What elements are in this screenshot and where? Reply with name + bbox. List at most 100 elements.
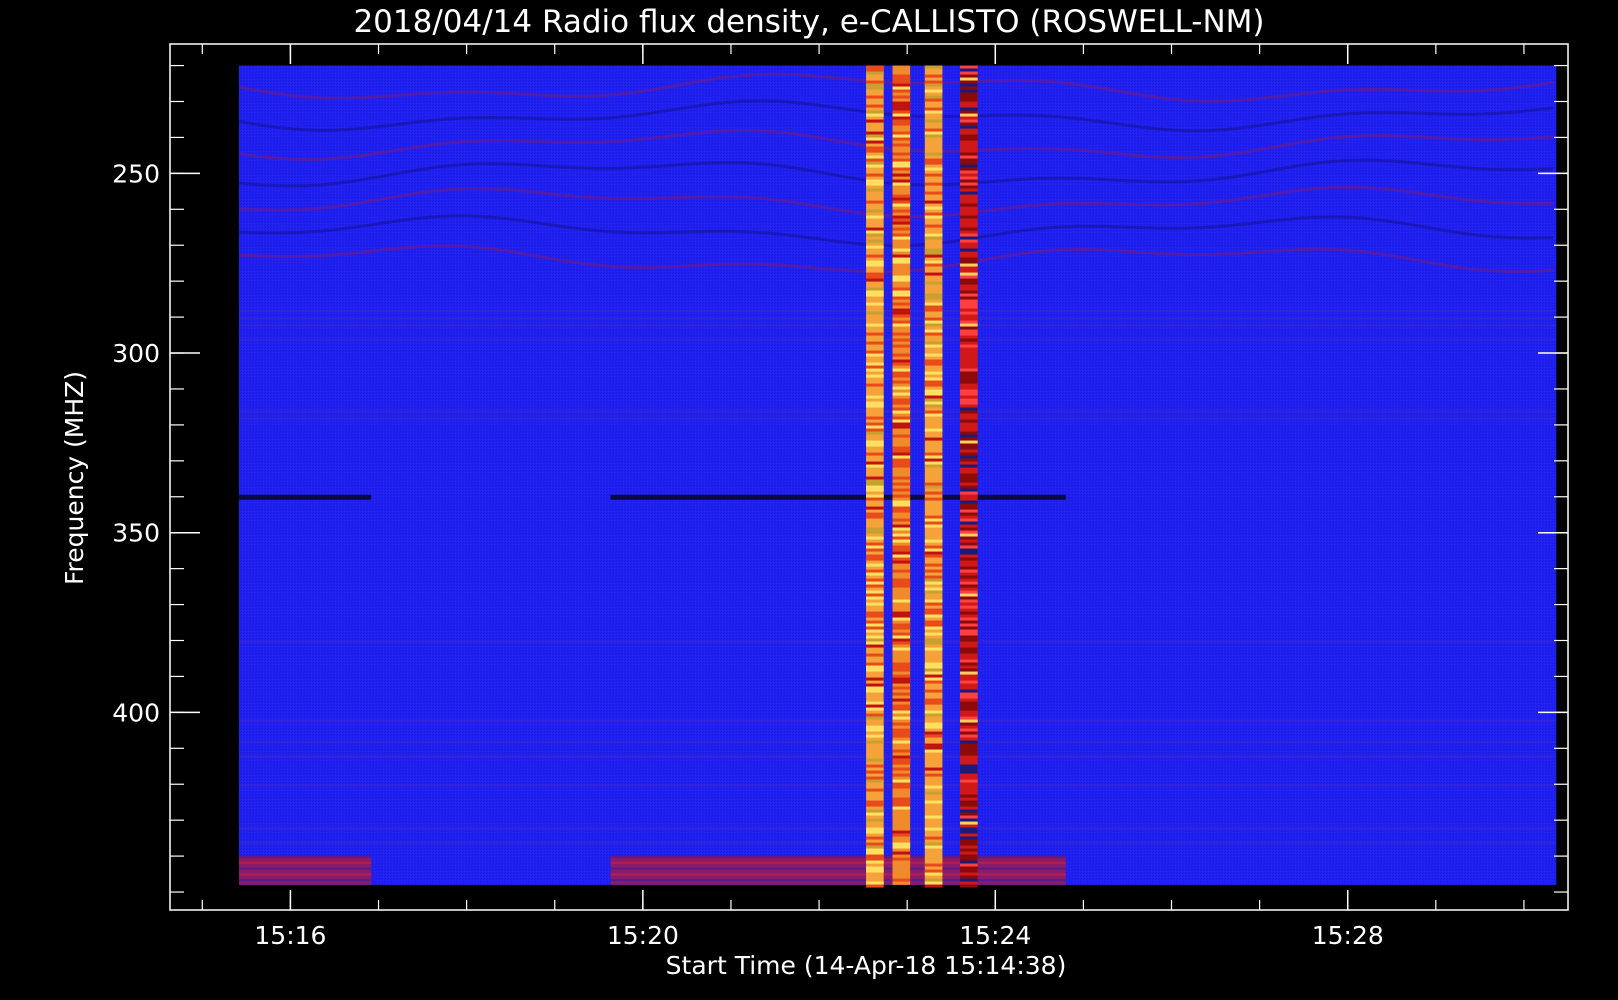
burst-streak (866, 260, 884, 264)
burst-streak (924, 671, 943, 675)
burst-streak (924, 647, 943, 651)
burst-streak (892, 359, 911, 363)
burst-streak (866, 803, 884, 807)
burst-streak (892, 494, 911, 498)
burst-streak (924, 626, 943, 630)
burst-streak (892, 476, 911, 480)
burst-streak (960, 716, 978, 720)
burst-streak (924, 608, 943, 612)
burst-streak (924, 563, 943, 567)
burst-streak (892, 353, 911, 357)
burst-streak (892, 509, 911, 513)
burst-streak (892, 857, 911, 861)
burst-streak (960, 812, 978, 816)
burst-streak (866, 827, 884, 831)
burst-streak (960, 215, 978, 219)
burst-streak (866, 95, 884, 99)
burst-streak (960, 491, 978, 495)
burst-streak (924, 248, 943, 252)
burst-streak (866, 809, 884, 813)
burst-streak (892, 539, 911, 543)
burst-streak (866, 677, 884, 681)
burst-streak (960, 503, 978, 507)
burst-streak (960, 74, 978, 78)
burst-streak (924, 89, 943, 93)
burst-streak (960, 458, 978, 462)
burst-streak (866, 416, 884, 420)
burst-streak (960, 545, 978, 549)
burst-streak (866, 479, 884, 483)
burst-streak (866, 869, 884, 873)
burst-streak (960, 827, 978, 831)
burst-streak (924, 842, 943, 846)
burst-streak (960, 722, 978, 726)
burst-streak (960, 551, 978, 555)
burst-streak (892, 803, 911, 807)
y-tick-label: 400 (112, 698, 160, 727)
burst-streak (960, 257, 978, 261)
burst-streak (960, 434, 978, 438)
burst-streak (866, 581, 884, 585)
burst-streak (866, 188, 884, 192)
burst-streak (866, 848, 884, 852)
burst-streak (924, 539, 943, 543)
burst-streak (960, 620, 978, 624)
burst-streak (866, 485, 884, 489)
burst-streak (892, 110, 911, 114)
burst-streak (892, 143, 911, 147)
burst-streak (866, 665, 884, 669)
burst-streak (892, 647, 911, 651)
burst-streak (960, 518, 978, 522)
burst-streak (960, 836, 978, 840)
burst-streak (960, 122, 978, 126)
burst-streak (892, 386, 911, 390)
burst-streak (924, 578, 943, 582)
burst-streak (866, 590, 884, 594)
burst-streak (960, 338, 978, 342)
burst-streak (924, 785, 943, 789)
burst-streak (892, 407, 911, 411)
burst-streak (892, 107, 911, 111)
burst-streak (866, 476, 884, 480)
y-tick-label: 300 (112, 339, 160, 368)
burst-streak (960, 803, 978, 807)
burst-fill (866, 65, 884, 885)
burst-streak (960, 83, 978, 87)
x-tick-label: 15:20 (607, 921, 679, 950)
burst-streak (924, 827, 943, 831)
burst-streak (960, 113, 978, 117)
burst-streak (892, 371, 911, 375)
burst-streak (892, 674, 911, 678)
burst-streak (866, 494, 884, 498)
burst-streak (866, 638, 884, 642)
burst-streak (924, 437, 943, 441)
burst-streak (960, 377, 978, 381)
burst-streak (892, 767, 911, 771)
burst-streak (960, 512, 978, 516)
burst-streak (866, 173, 884, 177)
burst-streak (892, 152, 911, 156)
burst-streak (892, 248, 911, 252)
burst-streak (866, 341, 884, 345)
burst-streak (866, 137, 884, 141)
burst-streak (924, 260, 943, 264)
burst-streak (892, 503, 911, 507)
burst-streak (924, 464, 943, 468)
burst-streak (960, 86, 978, 90)
burst-streak (866, 215, 884, 219)
burst-streak (892, 122, 911, 126)
burst-streak (960, 875, 978, 879)
burst-streak (866, 404, 884, 408)
burst-streak (924, 485, 943, 489)
burst-streak (960, 239, 978, 243)
burst-streak (866, 788, 884, 792)
burst-streak (892, 236, 911, 240)
burst-streak (866, 275, 884, 279)
burst-streak (960, 767, 978, 771)
burst-streak (892, 464, 911, 468)
burst-streak (924, 404, 943, 408)
burst-streak (924, 458, 943, 462)
burst-streak (960, 815, 978, 819)
burst-streak (866, 683, 884, 687)
burst-streak (960, 506, 978, 510)
